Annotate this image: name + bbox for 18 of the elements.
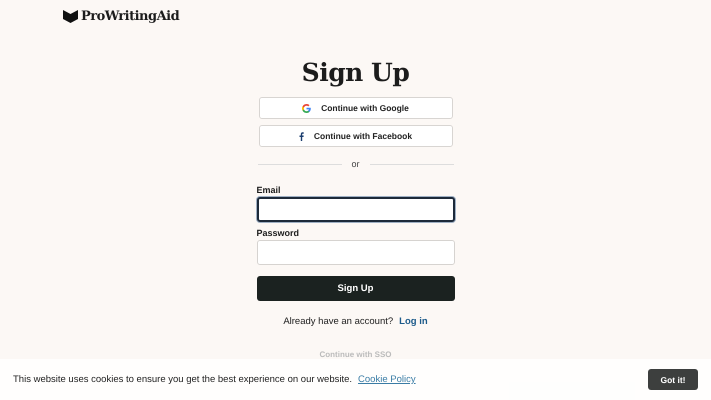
logo-text[interactable]: ProWritingAid: [81, 8, 180, 24]
password-field[interactable]: [256, 240, 454, 265]
book-logo-icon: [63, 10, 78, 22]
cookie-policy-link[interactable]: Cookie Policy: [358, 374, 416, 385]
google-g-icon: [302, 104, 312, 112]
divider-text: or: [352, 159, 360, 169]
email-field[interactable]: [256, 197, 454, 222]
cookie-message: This website uses cookies to ensure you get the best experience on our website.: [13, 374, 352, 385]
page-title: Sign Up: [302, 58, 410, 87]
facebook-f-icon: [298, 132, 304, 140]
got-it-button[interactable]: Got it!: [648, 369, 698, 390]
login-prompt: Already have an account?: [283, 316, 394, 327]
facebook-signin-button[interactable]: Continue with Facebook: [258, 125, 452, 147]
log-in-link[interactable]: Log in: [399, 316, 428, 327]
field-label: Password: [256, 228, 300, 238]
field-label: Email: [256, 185, 281, 195]
google-signin-button[interactable]: Continue with Google: [258, 97, 452, 119]
sign-up-button[interactable]: Sign Up: [256, 276, 454, 301]
